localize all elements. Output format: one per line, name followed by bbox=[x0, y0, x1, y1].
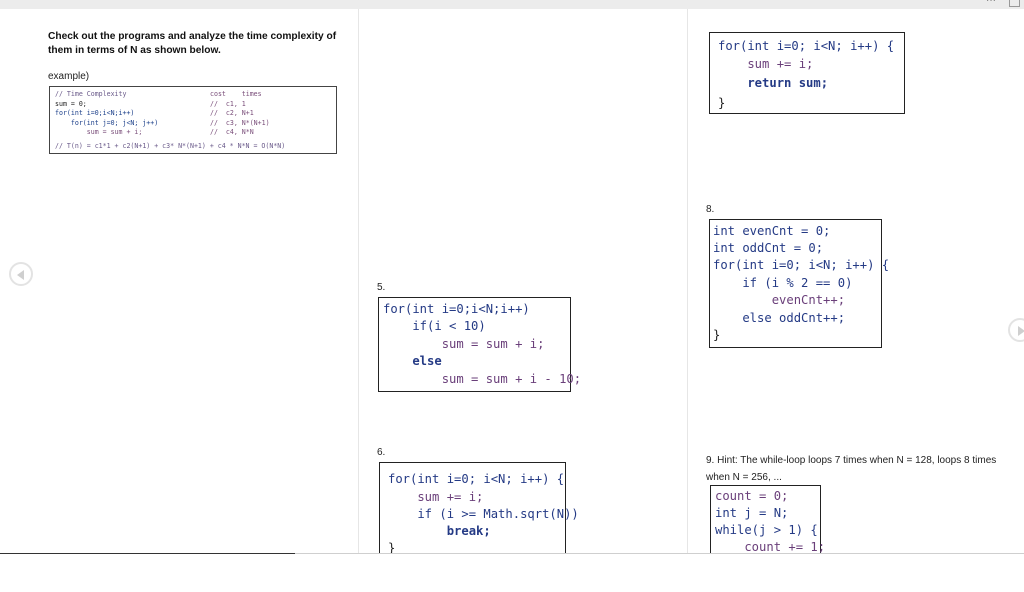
example-line: sum = 0;// c1, 1 bbox=[55, 100, 246, 108]
example-line: for(int i=0;i<N;i++)// c2, N+1 bbox=[55, 109, 254, 117]
example-code-box: // Time Complexity cost times sum = 0;// … bbox=[49, 86, 337, 154]
hint-text: Hint: The while-loop loops 7 times when … bbox=[706, 455, 997, 483]
problem-5-code-box: for(int i=0;i<N;i++) if(i < 10) sum = su… bbox=[378, 297, 581, 392]
example-line: // Time Complexity cost times bbox=[55, 90, 262, 98]
instructions-text: Check out the programs and analyze the t… bbox=[48, 31, 337, 56]
code-line: for(int i=0; i<N; i++) { bbox=[713, 258, 890, 272]
code-line: } bbox=[718, 96, 726, 110]
column-divider bbox=[687, 9, 688, 554]
problem-4-code-box: for(int i=0; i<N; i++) { sum += i; retur… bbox=[709, 32, 905, 114]
code-line: sum += i; bbox=[718, 57, 814, 71]
example-line: for(int j=0; j<N; j++)// c3, N*(N+1) bbox=[55, 119, 270, 127]
code-line: } bbox=[713, 328, 721, 342]
example-line: sum = sum + i;// c4, N*N bbox=[55, 128, 254, 136]
code-line: else bbox=[383, 354, 442, 368]
problem-9-hint: 9. Hint: The while-loop loops 7 times wh… bbox=[706, 452, 1006, 486]
code-line: evenCnt++; bbox=[713, 293, 846, 307]
code-line: if(i < 10) bbox=[383, 319, 486, 333]
problem-9-number: 9. bbox=[706, 455, 715, 466]
more-icon[interactable]: ··· bbox=[986, 0, 996, 6]
code-line: if (i % 2 == 0) bbox=[713, 276, 853, 290]
chevron-right-icon bbox=[1018, 326, 1024, 336]
chevron-left-icon bbox=[17, 270, 24, 280]
viewer-top-bar: ··· bbox=[0, 0, 1024, 9]
example-line: // T(n) = c1*1 + c2(N+1) + c3* N*(N+1) +… bbox=[55, 142, 286, 150]
example-label: example) bbox=[48, 71, 90, 82]
code-line: break; bbox=[388, 524, 491, 538]
code-line: for(int i=0; i<N; i++) { bbox=[388, 472, 565, 486]
previous-page-button[interactable] bbox=[9, 262, 33, 286]
code-line: int evenCnt = 0; bbox=[713, 224, 831, 238]
code-line: if (i >= Math.sqrt(N)) bbox=[388, 507, 579, 521]
code-line: sum += i; bbox=[388, 490, 484, 504]
code-line: return sum; bbox=[718, 76, 829, 90]
fullscreen-icon[interactable] bbox=[1009, 0, 1020, 7]
code-line: sum = sum + i - 10; bbox=[383, 372, 582, 386]
problem-8-number: 8. bbox=[706, 204, 715, 215]
code-line: sum = sum + i; bbox=[383, 337, 545, 351]
column-divider bbox=[358, 9, 359, 554]
problem-5-number: 5. bbox=[377, 282, 386, 293]
code-line: int oddCnt = 0; bbox=[713, 241, 824, 255]
code-line: else oddCnt++; bbox=[713, 311, 846, 325]
code-line: } bbox=[388, 541, 396, 555]
code-line: for(int i=0; i<N; i++) { bbox=[718, 39, 895, 53]
problem-9-code-box: count = 0; int j = N; while(j > 1) { cou… bbox=[710, 485, 825, 554]
problem-6-number: 6. bbox=[377, 447, 386, 458]
code-line: count = 0; bbox=[715, 489, 789, 503]
problem-6-code-box: for(int i=0; i<N; i++) { sum += i; if (i… bbox=[379, 462, 579, 555]
code-line: int j = N; bbox=[715, 506, 789, 520]
code-line: for(int i=0;i<N;i++) bbox=[383, 302, 530, 316]
problem-8-code-box: int evenCnt = 0; int oddCnt = 0; for(int… bbox=[709, 219, 889, 348]
code-line: while(j > 1) { bbox=[715, 523, 818, 537]
page-bottom-edge bbox=[0, 553, 1024, 554]
